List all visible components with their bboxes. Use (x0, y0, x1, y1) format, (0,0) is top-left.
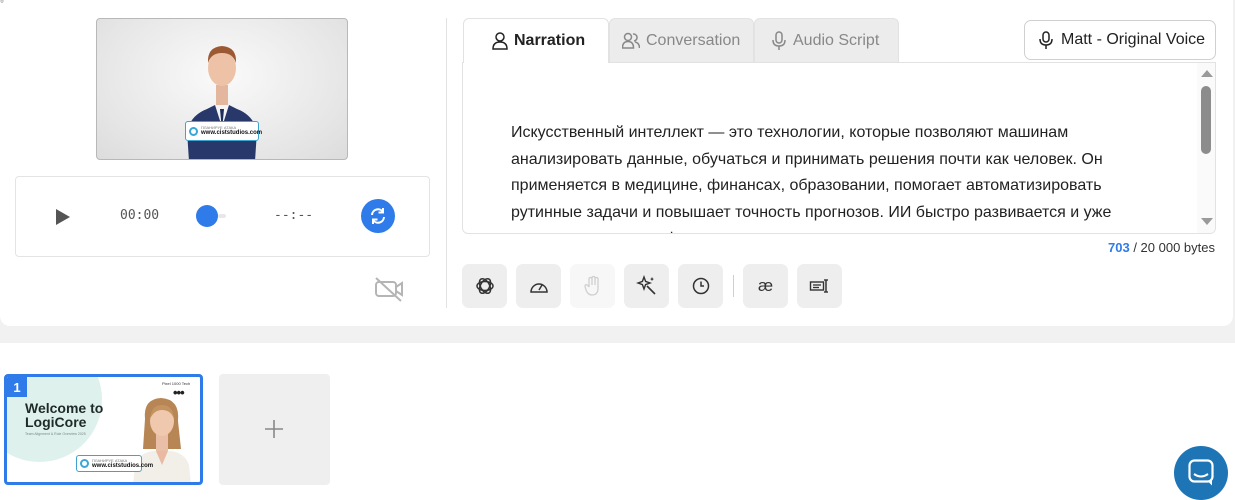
speedometer-icon (529, 283, 548, 293)
microphone-icon (1039, 30, 1053, 49)
regenerate-button[interactable] (361, 199, 395, 233)
plus-icon (265, 420, 283, 438)
editor-scrollbar[interactable] (1197, 63, 1215, 233)
refresh-icon (371, 208, 385, 224)
audio-player: 00:00 --:-- (15, 176, 430, 257)
pronunciation-button[interactable]: æ (743, 264, 788, 308)
voice-name: Matt - Original Voice (1061, 31, 1206, 48)
chat-icon (1188, 459, 1214, 486)
logo-ring-icon (80, 459, 89, 468)
openai-icon (475, 277, 494, 295)
pause-button[interactable] (678, 264, 723, 308)
corner-mark: ° (0, 0, 4, 10)
slide-number: 1 (7, 377, 27, 397)
logo-ring-icon (189, 126, 198, 136)
narration-text-editor[interactable]: Искусственный интеллект — это технологии… (462, 62, 1216, 234)
byte-count-limit: / 20 000 bytes (1133, 240, 1215, 255)
avatar-name-tag: ПЛАНИРУЕ АТАКА www.ciststudios.com (185, 121, 263, 141)
speed-button[interactable] (516, 264, 561, 308)
tab-conversation[interactable]: Conversation (609, 18, 754, 62)
add-slide-button[interactable] (219, 374, 330, 485)
slide-name-tag: ПЛАНИРУЕ АТАКА www.ciststudios.com (76, 455, 153, 472)
microphone-icon (772, 30, 786, 50)
captions-button[interactable] (797, 264, 842, 308)
seek-slider-handle[interactable] (196, 205, 218, 227)
person-icon (492, 32, 508, 50)
narration-text[interactable]: Искусственный интеллект — это технологии… (511, 120, 1151, 233)
slide-title: Welcome to LogiCore (25, 400, 104, 430)
hand-gesture-icon (583, 275, 599, 296)
tab-audio-script-label: Audio Script (793, 31, 880, 49)
tab-narration[interactable]: Narration (463, 18, 609, 63)
magic-button[interactable] (624, 264, 669, 308)
current-time: 00:00 (120, 208, 160, 223)
camera-off-icon[interactable] (373, 275, 405, 303)
toolbar-separator (733, 275, 734, 297)
people-icon (622, 32, 640, 49)
text-caption-icon (809, 279, 828, 293)
slide-thumbnail[interactable]: 1 Welcome to LogiCore Team Alignment & R… (4, 374, 203, 485)
support-chat-button[interactable] (1174, 446, 1228, 500)
scroll-down-arrow-icon[interactable] (1201, 218, 1213, 225)
panel-divider (446, 18, 447, 308)
voice-select-button[interactable]: Matt - Original Voice (1024, 20, 1216, 60)
scroll-up-arrow-icon[interactable] (1201, 70, 1213, 77)
tab-conversation-label: Conversation (646, 31, 741, 49)
slide-tag-url: www.ciststudios.com (92, 462, 154, 469)
editor-card: ° ПЛАНИРУЕ АТАКА www.ciststudios.com 00:… (0, 0, 1233, 326)
magic-wand-icon (635, 275, 656, 295)
byte-counter: 703 / 20 000 bytes (1108, 240, 1215, 255)
clock-icon (692, 277, 709, 295)
play-icon[interactable] (54, 207, 72, 227)
avatar-preview[interactable]: ПЛАНИРУЕ АТАКА www.ciststudios.com (96, 18, 348, 160)
tab-audio-script[interactable]: Audio Script (754, 18, 899, 62)
tab-narration-label: Narration (514, 32, 586, 49)
ai-assist-button[interactable] (462, 264, 507, 308)
end-time: --:-- (274, 208, 314, 223)
avatar-man-image (187, 46, 257, 159)
slide-subtitle: Team Alignment & Role Overview 2025 (25, 432, 86, 436)
ae-ligature-icon: æ (757, 276, 774, 295)
seek-slider-track[interactable] (218, 214, 226, 218)
byte-count-used: 703 (1108, 240, 1130, 255)
scrollbar-thumb[interactable] (1201, 86, 1211, 154)
gesture-button[interactable] (570, 264, 615, 308)
tag-url: www.ciststudios.com (201, 130, 263, 136)
